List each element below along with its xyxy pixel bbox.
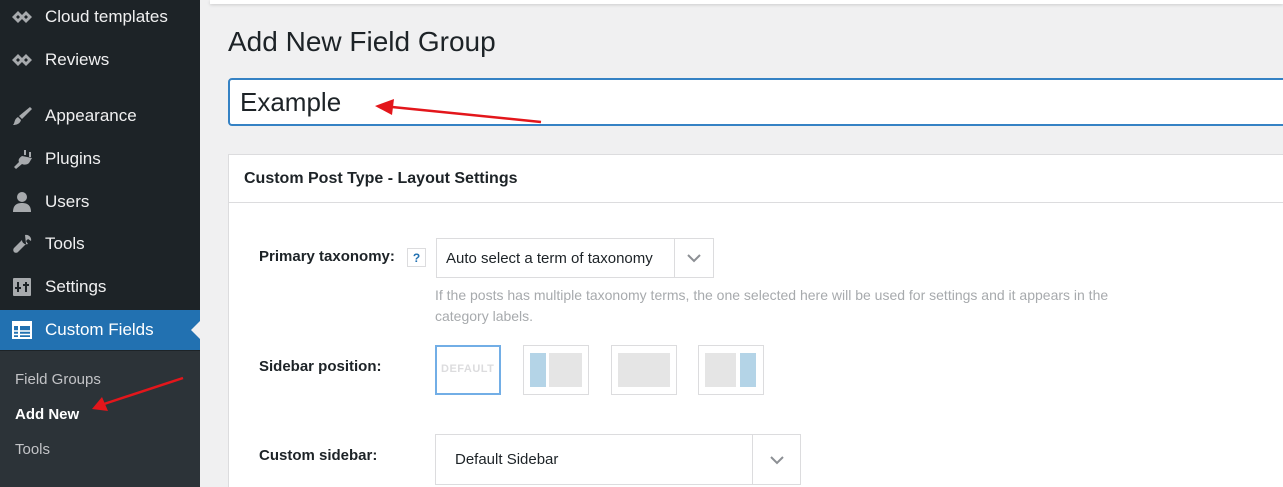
sidebar-block	[530, 353, 546, 387]
sidebar-item-label: Plugins	[45, 149, 101, 168]
sidebar-position-default[interactable]: DEFAULT	[435, 345, 501, 395]
settings-icon	[10, 276, 34, 298]
primary-taxonomy-description: If the posts has multiple taxonomy terms…	[435, 287, 1109, 324]
content-block	[549, 353, 582, 387]
submenu-item-add-new[interactable]: Add New	[15, 406, 79, 423]
panel-header[interactable]: Custom Post Type - Layout Settings	[229, 155, 1283, 203]
submenu-item-tools[interactable]: Tools	[15, 441, 50, 458]
sidebar-item-label: Tools	[45, 234, 85, 253]
sidebar-item-label: Reviews	[45, 50, 110, 69]
default-option-text: DEFAULT	[441, 363, 495, 375]
table-icon	[10, 319, 34, 341]
content-block	[618, 353, 670, 387]
sidebar-position-none[interactable]	[611, 345, 677, 395]
sidebar-position-label: Sidebar position:	[259, 358, 382, 375]
help-icon[interactable]: ?	[407, 248, 426, 267]
admin-sidebar: Cloud templates Reviews Appearance Plugi…	[0, 0, 200, 487]
page-title: Add New Field Group	[228, 26, 496, 57]
layout-settings-panel: Custom Post Type - Layout Settings Prima…	[228, 154, 1283, 487]
sidebar-block	[740, 353, 756, 387]
sidebar-item-plugins[interactable]: Plugins	[0, 139, 200, 179]
sidebar-item-users[interactable]: Users	[0, 182, 200, 222]
plugin-icon	[10, 148, 34, 170]
custom-sidebar-label: Custom sidebar:	[259, 447, 378, 464]
sidebar-position-right[interactable]	[698, 345, 764, 395]
submenu: Field Groups Add New Tools	[0, 351, 200, 487]
wrench-icon	[10, 233, 34, 255]
sidebar-item-settings[interactable]: Settings	[0, 267, 200, 307]
sidebar-item-appearance[interactable]: Appearance	[0, 96, 200, 136]
content-block	[705, 353, 736, 387]
field-group-title-input[interactable]	[228, 78, 1283, 126]
primary-taxonomy-value: Auto select a term of taxonomy	[446, 249, 653, 267]
chevron-down-icon	[674, 239, 713, 277]
sidebar-item-tools[interactable]: Tools	[0, 224, 200, 264]
elementor-icon	[10, 49, 34, 71]
sidebar-item-reviews[interactable]: Reviews	[0, 40, 200, 80]
sidebar-item-label: Custom Fields	[45, 320, 154, 339]
elementor-icon	[10, 6, 34, 28]
primary-taxonomy-label: Primary taxonomy:	[259, 248, 395, 265]
custom-sidebar-value: Default Sidebar	[455, 451, 559, 468]
chevron-down-icon	[752, 435, 800, 484]
top-notice-edge	[210, 0, 1283, 4]
sidebar-item-custom-fields[interactable]: Custom Fields	[0, 310, 200, 350]
paintbrush-icon	[10, 105, 34, 127]
primary-taxonomy-select[interactable]: Auto select a term of taxonomy	[436, 238, 714, 278]
user-icon	[10, 191, 34, 213]
active-indicator	[191, 321, 200, 339]
submenu-item-field-groups[interactable]: Field Groups	[15, 371, 101, 388]
sidebar-item-cloud-templates[interactable]: Cloud templates	[0, 0, 200, 37]
panel-title: Custom Post Type - Layout Settings	[244, 169, 518, 187]
sidebar-item-label: Settings	[45, 277, 107, 296]
sidebar-item-label: Appearance	[45, 106, 137, 125]
sidebar-item-label: Users	[45, 192, 90, 211]
sidebar-position-left[interactable]	[523, 345, 589, 395]
custom-sidebar-select[interactable]: Default Sidebar	[435, 434, 801, 485]
sidebar-item-label: Cloud templates	[45, 7, 168, 26]
